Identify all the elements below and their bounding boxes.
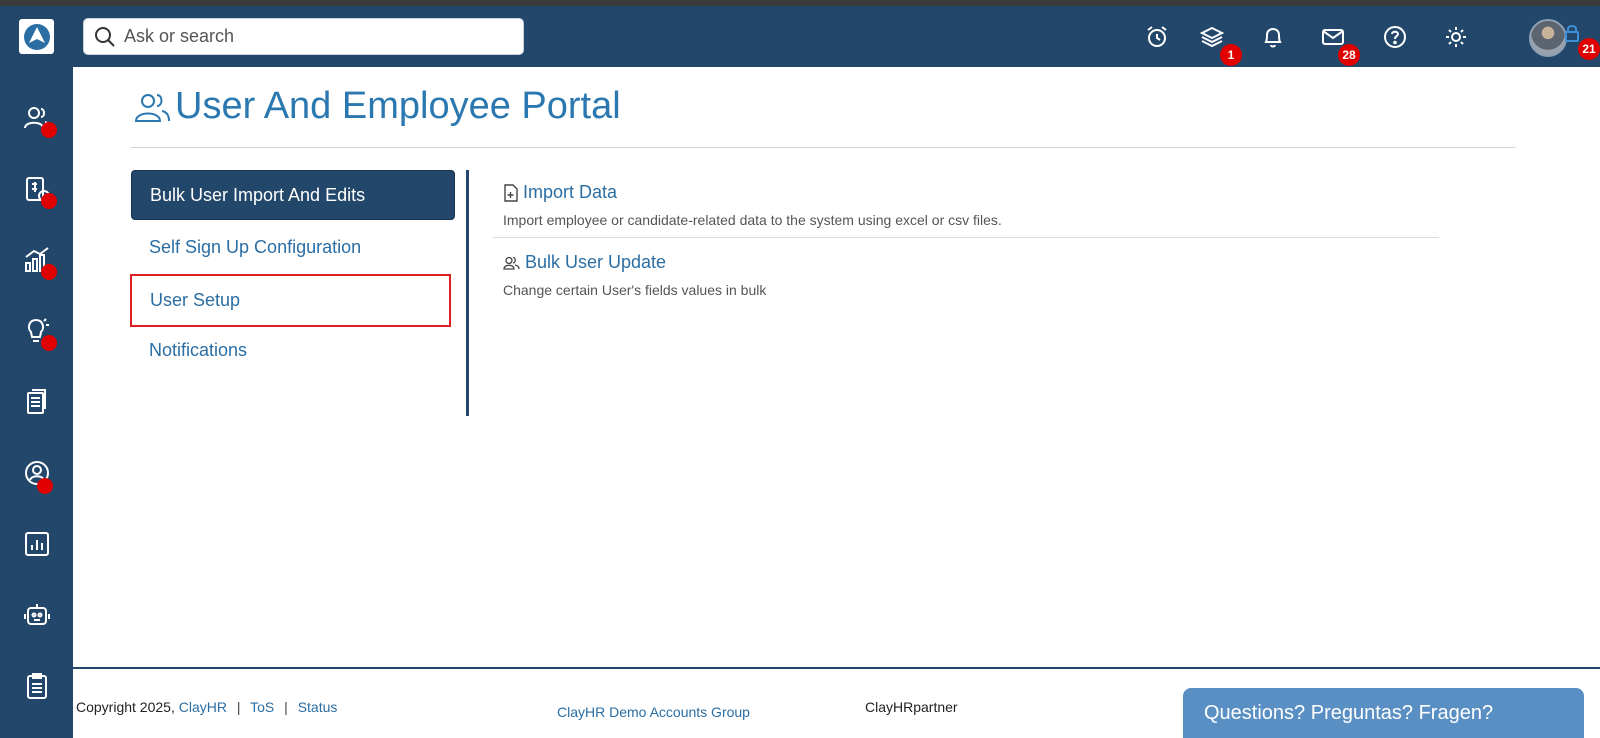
performance-alert-dot bbox=[41, 264, 57, 280]
sidebar-item-reports[interactable] bbox=[0, 514, 73, 574]
nav-notifications[interactable]: Notifications bbox=[131, 325, 455, 375]
bulk-user-update-description: Change certain User's fields values in b… bbox=[503, 282, 767, 298]
ideas-alert-dot bbox=[41, 335, 57, 351]
nav-user-setup[interactable]: User Setup bbox=[130, 274, 451, 327]
sidebar-item-people[interactable] bbox=[0, 88, 73, 148]
partner-text: ClayHRpartner bbox=[865, 699, 958, 715]
search-input[interactable] bbox=[124, 26, 504, 47]
card-separator bbox=[493, 237, 1439, 238]
sidebar-item-tasks[interactable] bbox=[0, 656, 73, 716]
footer-separator: | bbox=[236, 699, 241, 715]
bell-icon[interactable] bbox=[1258, 22, 1288, 52]
bar-chart-icon bbox=[24, 532, 49, 556]
top-bar: 1 28 21 bbox=[0, 6, 1600, 67]
people-alert-dot bbox=[41, 122, 57, 138]
card-bulk-user-update: Bulk User Update Change certain User's f… bbox=[503, 252, 1449, 298]
profile-alert-dot bbox=[37, 478, 53, 494]
robot-icon bbox=[23, 604, 50, 625]
bulk-user-update-link[interactable]: Bulk User Update bbox=[503, 252, 1449, 273]
sidebar-item-documents[interactable] bbox=[0, 372, 73, 432]
sidebar-item-profile[interactable] bbox=[0, 443, 73, 503]
footer-separator: | bbox=[284, 699, 288, 715]
status-link[interactable]: Status bbox=[298, 699, 338, 715]
import-data-title: Import Data bbox=[523, 182, 618, 202]
import-data-link[interactable]: Import Data bbox=[503, 182, 1449, 203]
chat-support-button[interactable]: Questions? Preguntas? Fragen? bbox=[1183, 688, 1584, 738]
main-content: User And Employee Portal Bulk User Impor… bbox=[73, 67, 1600, 667]
documents-icon bbox=[26, 389, 46, 414]
sidebar-item-ideas[interactable] bbox=[0, 301, 73, 361]
alarm-clock-icon[interactable] bbox=[1142, 22, 1172, 52]
copyright-text: Copyright 2025, bbox=[76, 699, 175, 715]
clipboard-icon bbox=[26, 673, 47, 699]
page-title-text: User And Employee Portal bbox=[175, 85, 621, 127]
search-icon bbox=[95, 26, 115, 47]
users-icon bbox=[134, 93, 170, 122]
nav-bulk-user-import[interactable]: Bulk User Import And Edits bbox=[131, 170, 455, 220]
import-data-description: Import employee or candidate-related dat… bbox=[503, 212, 1002, 228]
file-plus-icon bbox=[504, 183, 518, 202]
nav-divider bbox=[466, 170, 469, 416]
sidebar bbox=[0, 67, 73, 738]
bulk-user-update-title: Bulk User Update bbox=[525, 252, 667, 272]
mail-badge: 28 bbox=[1338, 44, 1360, 66]
nav-self-sign-up[interactable]: Self Sign Up Configuration bbox=[131, 222, 455, 272]
gear-icon[interactable] bbox=[1441, 22, 1471, 52]
footer-copyright: Copyright 2025, ClayHR | ToS | Status bbox=[76, 699, 337, 715]
users-icon bbox=[503, 256, 520, 270]
demo-accounts-group-link[interactable]: ClayHR Demo Accounts Group bbox=[557, 704, 750, 720]
sidebar-item-bot[interactable] bbox=[0, 585, 73, 645]
card-import-data: Import Data Import employee or candidate… bbox=[503, 182, 1449, 228]
payroll-alert-dot bbox=[41, 193, 57, 209]
page-title: User And Employee Portal bbox=[133, 85, 621, 128]
tos-link[interactable]: ToS bbox=[250, 699, 274, 715]
help-icon[interactable] bbox=[1380, 22, 1410, 52]
clayhr-link[interactable]: ClayHR bbox=[179, 699, 227, 715]
layers-badge: 1 bbox=[1220, 44, 1242, 66]
clayhr-logo[interactable] bbox=[19, 19, 54, 54]
title-divider bbox=[131, 147, 1516, 148]
sidebar-item-payroll[interactable] bbox=[0, 159, 73, 219]
sidebar-item-performance[interactable] bbox=[0, 230, 73, 290]
lock-badge: 21 bbox=[1578, 38, 1600, 60]
search-box[interactable] bbox=[83, 18, 524, 55]
